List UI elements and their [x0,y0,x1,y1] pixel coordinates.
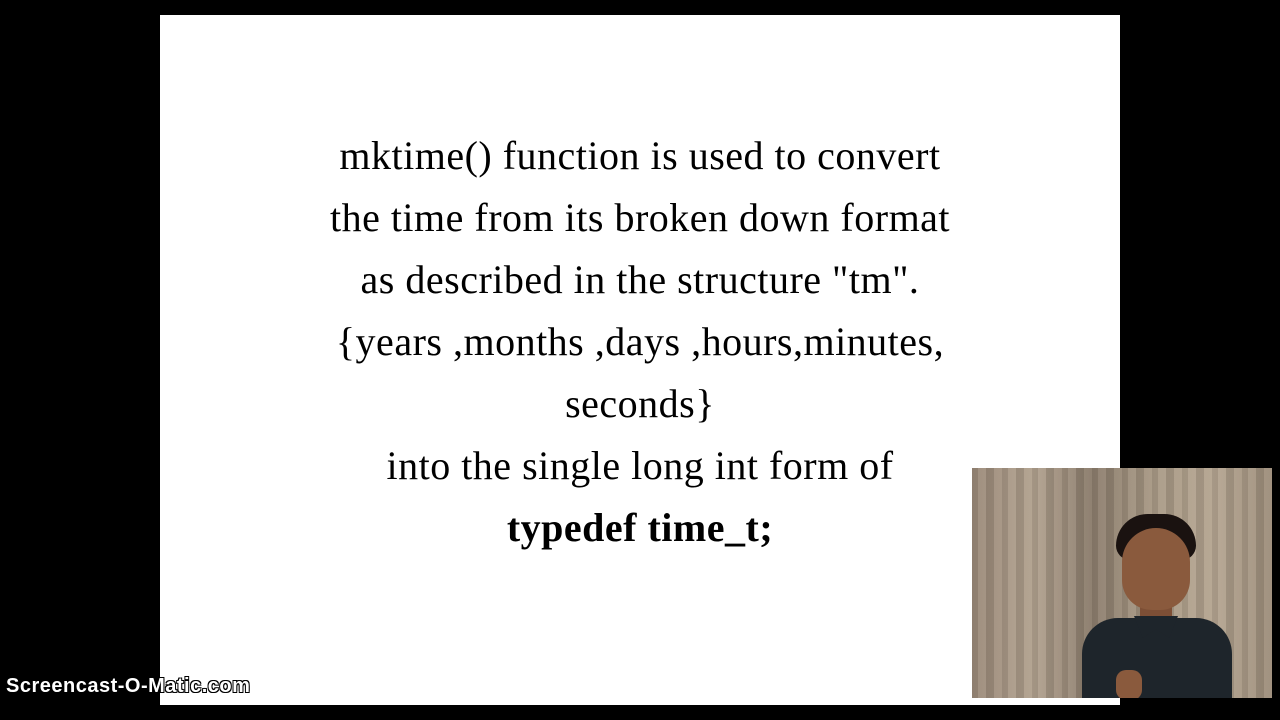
webcam-overlay [972,468,1272,698]
slide-line-2: the time from its broken down format [200,187,1080,249]
presenter-figure [1062,488,1242,698]
slide-line-4: {years ,months ,days ,hours,minutes, [200,311,1080,373]
slide-line-6: into the single long int form of [200,435,1080,497]
slide-line-3: as described in the structure "tm". [200,249,1080,311]
slide-line-1: mktime() function is used to convert [200,125,1080,187]
slide-line-5: seconds} [200,373,1080,435]
watermark-text: Screencast-O-Matic.com [6,675,250,698]
slide-line-7: typedef time_t; [200,497,1080,559]
